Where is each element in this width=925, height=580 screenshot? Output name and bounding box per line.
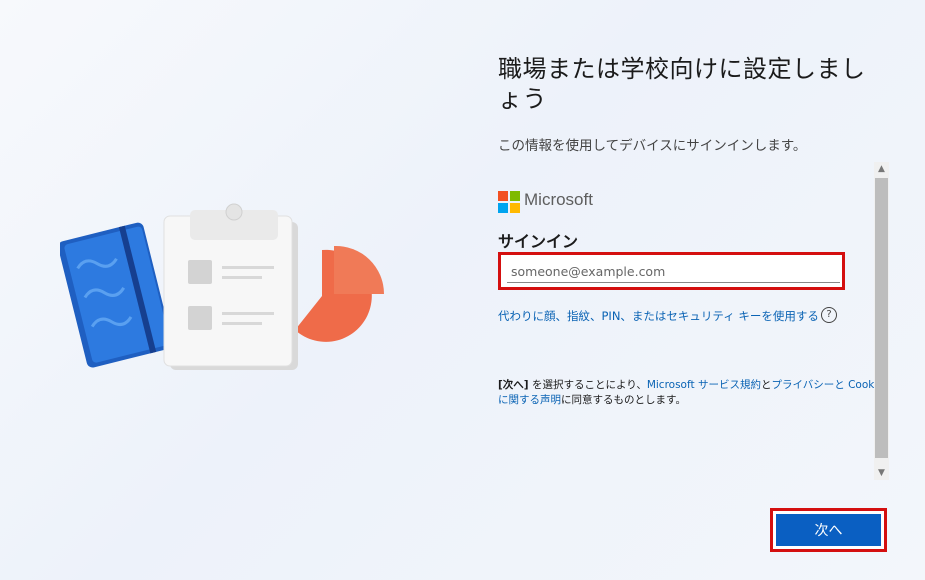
- setup-illustration: [58, 190, 400, 390]
- privacy-statement-link-cont[interactable]: に関する声明: [498, 394, 561, 406]
- terms-line-1: [次へ] を選択することにより、Microsoft サービス規約とプライバシーと…: [498, 378, 874, 393]
- logo-square-red: [498, 191, 508, 201]
- help-icon[interactable]: ?: [821, 307, 837, 323]
- clipboard-notebook-chart-illustration: [58, 203, 384, 370]
- terms-text-1: を選択することにより、: [528, 379, 647, 391]
- service-agreement-link[interactable]: Microsoft サービス規約: [647, 379, 761, 391]
- microsoft-logo-icon: [498, 191, 520, 213]
- brand-name: Microsoft: [524, 190, 593, 209]
- terms-line-2: に関する声明に同意するものとします。: [498, 393, 874, 408]
- terms-text-2: に同意するものとします。: [561, 394, 686, 406]
- page-title: 職場または学校向けに設定しましょう: [498, 55, 866, 113]
- next-button[interactable]: 次へ: [776, 514, 881, 546]
- email-input[interactable]: [507, 260, 840, 283]
- page-subtitle: この情報を使用してデバイスにサインインします。: [498, 138, 807, 154]
- signin-content: Microsoft サインイン 代わりに顔、指紋、PIN、またはセキュリティ キ…: [498, 188, 874, 484]
- terms-and: と: [760, 379, 772, 391]
- content-scrollbar[interactable]: ▲ ▼: [874, 162, 889, 480]
- scroll-down-arrow-icon[interactable]: ▼: [874, 466, 889, 480]
- terms-next-ref: [次へ]: [498, 379, 529, 391]
- email-field-highlight: [498, 252, 845, 290]
- scroll-thumb[interactable]: [875, 178, 888, 458]
- privacy-statement-link[interactable]: プライバシーと Cook: [771, 379, 874, 391]
- logo-square-green: [510, 191, 520, 201]
- setup-pane: 職場または学校向けに設定しましょう この情報を使用してデバイスにサインインします…: [498, 0, 890, 580]
- logo-square-blue: [498, 203, 508, 213]
- logo-square-yellow: [510, 203, 520, 213]
- next-button-highlight: 次へ: [770, 508, 887, 552]
- alternate-signin-link[interactable]: 代わりに顔、指紋、PIN、またはセキュリティ キーを使用する: [498, 308, 819, 324]
- signin-heading: サインイン: [498, 232, 579, 251]
- terms-text: [次へ] を選択することにより、Microsoft サービス規約とプライバシーと…: [498, 378, 874, 408]
- scroll-up-arrow-icon[interactable]: ▲: [874, 162, 889, 176]
